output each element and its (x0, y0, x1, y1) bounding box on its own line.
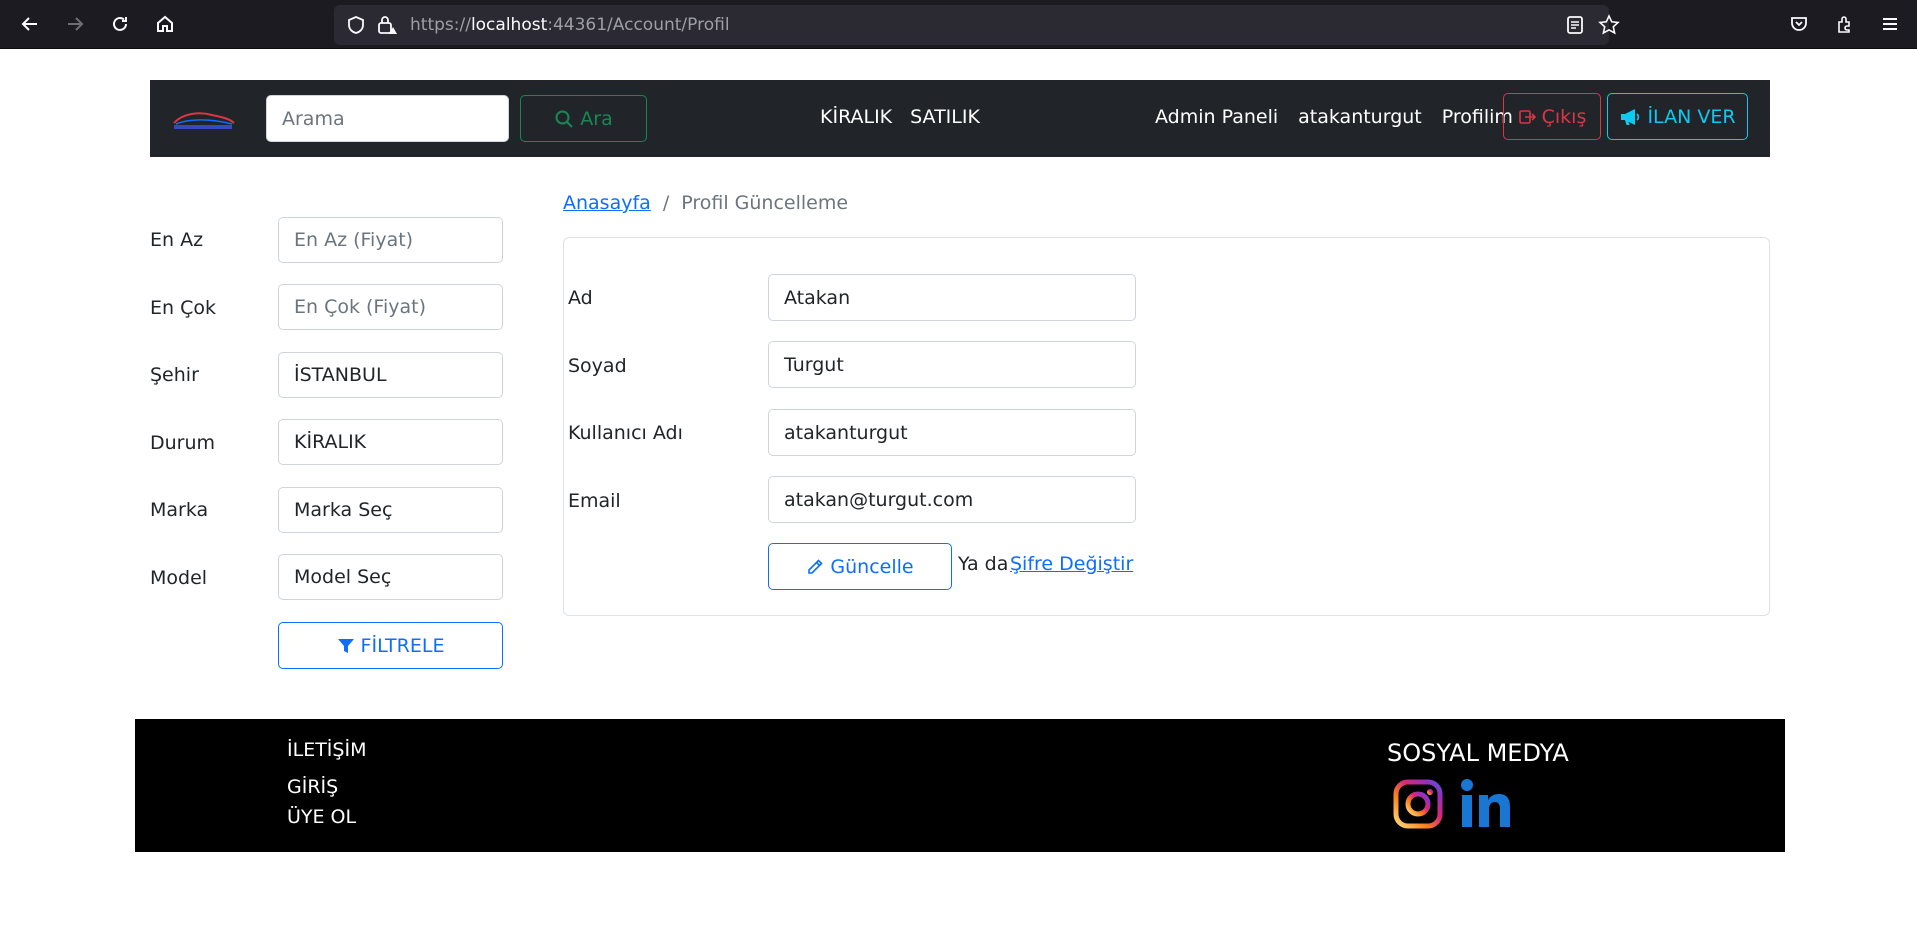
forward-arrow-icon[interactable] (61, 10, 89, 38)
post-listing-button[interactable]: İLAN VER (1607, 93, 1748, 140)
max-price-input[interactable]: En Çok (Fiyat) (278, 284, 503, 330)
megaphone-icon (1621, 108, 1640, 125)
breadcrumb-home-link[interactable]: Anasayfa (563, 192, 651, 214)
shield-icon[interactable] (346, 15, 366, 35)
footer-link-login[interactable]: GİRİŞ (287, 776, 338, 798)
nav-link-kiralik[interactable]: KİRALIK (820, 106, 892, 128)
funnel-icon (337, 638, 354, 653)
nav-link-username[interactable]: atakanturgut (1298, 106, 1422, 128)
nav-right-links: Admin Paneli atakanturgut Profilim (1155, 106, 1513, 128)
lock-warning-icon[interactable] (376, 15, 398, 35)
pencil-icon (808, 558, 824, 574)
change-password-link[interactable]: Şifre Değiştir (1010, 553, 1133, 575)
filter-button-label: FİLTRELE (360, 634, 445, 657)
browser-toolbar: https://localhost:44361/Account/Profil (0, 0, 1917, 49)
email-input[interactable]: atakan@turgut.com (768, 476, 1136, 523)
instagram-icon[interactable] (1393, 779, 1443, 829)
menu-icon[interactable] (1876, 10, 1904, 38)
city-select[interactable]: İSTANBUL (278, 352, 503, 398)
filter-label-max-price: En Çok (150, 297, 216, 319)
logout-button[interactable]: Çıkış (1503, 93, 1601, 140)
post-listing-button-label: İLAN VER (1647, 105, 1736, 128)
home-icon[interactable] (151, 10, 179, 38)
footer-link-contact[interactable]: İLETİŞİM (287, 739, 366, 761)
profile-form-card (563, 237, 1770, 616)
linkedin-icon[interactable] (1459, 777, 1513, 831)
or-text: Ya da (958, 553, 1009, 575)
breadcrumb-current: Profil Güncelleme (681, 192, 849, 214)
back-arrow-icon[interactable] (16, 10, 44, 38)
nav-link-admin-panel[interactable]: Admin Paneli (1155, 106, 1278, 128)
company-logo[interactable] (168, 106, 238, 132)
first-name-input[interactable]: Atakan (768, 274, 1136, 321)
reader-view-icon[interactable] (1566, 15, 1584, 35)
status-select[interactable]: KİRALIK (278, 419, 503, 465)
site-navbar: Ara KİRALIK SATILIK Admin Paneli atakant… (150, 80, 1770, 157)
social-media-title: SOSYAL MEDYA (1387, 739, 1569, 767)
update-button-label: Güncelle (830, 555, 914, 578)
label-username: Kullanıcı Adı (568, 422, 683, 444)
search-icon (555, 110, 573, 128)
pocket-icon[interactable] (1785, 10, 1813, 38)
nav-link-satilik[interactable]: SATILIK (910, 106, 980, 128)
search-button[interactable]: Ara (520, 95, 647, 142)
bookmark-star-icon[interactable] (1598, 14, 1620, 36)
filter-button[interactable]: FİLTRELE (278, 622, 503, 669)
model-select[interactable]: Model Seç (278, 554, 503, 600)
url-text: https://localhost:44361/Account/Profil (410, 15, 730, 35)
label-first-name: Ad (568, 287, 593, 309)
breadcrumb-separator: / (662, 192, 670, 214)
filter-label-model: Model (150, 567, 208, 589)
logout-icon (1518, 109, 1536, 124)
url-bar[interactable]: https://localhost:44361/Account/Profil (334, 5, 1620, 45)
nav-center-links: KİRALIK SATILIK (820, 106, 980, 128)
filter-label-status: Durum (150, 432, 216, 454)
reload-icon[interactable] (106, 10, 134, 38)
site-footer: İLETİŞİM GİRİŞ ÜYE OL SOSYAL MEDYA (135, 719, 1785, 852)
search-input[interactable] (266, 95, 509, 142)
filter-label-brand: Marka (150, 499, 209, 521)
extensions-icon[interactable] (1831, 10, 1859, 38)
footer-link-register[interactable]: ÜYE OL (287, 806, 356, 828)
username-input[interactable]: atakanturgut (768, 409, 1136, 456)
update-button[interactable]: Güncelle (768, 543, 952, 590)
logout-button-label: Çıkış (1541, 105, 1587, 128)
min-price-input[interactable]: En Az (Fiyat) (278, 217, 503, 263)
breadcrumb: Anasayfa / Profil Güncelleme (563, 192, 848, 214)
last-name-input[interactable]: Turgut (768, 341, 1136, 388)
filter-label-city: Şehir (150, 364, 199, 386)
brand-select[interactable]: Marka Seç (278, 487, 503, 533)
filter-label-min-price: En Az (150, 229, 204, 251)
search-button-label: Ara (580, 107, 613, 130)
label-last-name: Soyad (568, 355, 627, 377)
label-email: Email (568, 490, 621, 512)
